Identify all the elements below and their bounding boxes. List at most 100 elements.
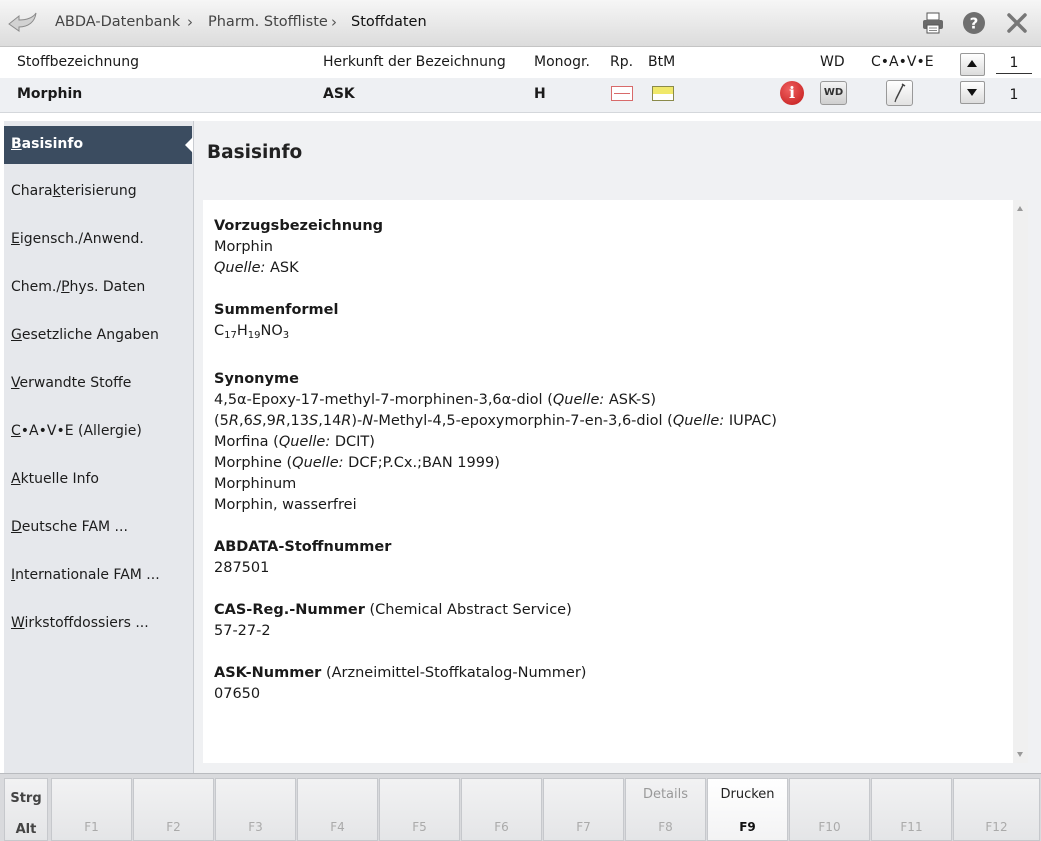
function-key-bar: Strg Alt F1 F2 F3 F4 F5 F6 F7 Details F8 Drucken F… <box>0 773 1041 841</box>
breadcrumb-item-stoffdaten: Stoffdaten <box>351 14 427 30</box>
function-key-f12[interactable]: F12 <box>953 778 1040 841</box>
function-key-f8[interactable]: Details F8 <box>625 778 706 841</box>
function-key-code: F6 <box>494 820 509 834</box>
function-key-code: F7 <box>576 820 591 834</box>
column-header-btm[interactable]: BtM <box>648 54 675 70</box>
column-header-rp[interactable]: Rp. <box>610 54 633 70</box>
section-value: 287501 <box>214 560 270 576</box>
function-key-code: F5 <box>412 820 427 834</box>
scroll-down-icon[interactable] <box>1017 752 1023 757</box>
function-key-code: F4 <box>330 820 345 834</box>
sidebar-nav: Basisinfo Charakterisierung Eigensch./An… <box>4 121 194 773</box>
section-ask-nummer: ASK-Nummer (Arzneimittel-Stoffkatalog-Nu… <box>214 663 586 705</box>
breadcrumb-item-stoffliste[interactable]: Pharm. Stoffliste <box>208 14 328 30</box>
synonym-item: Morphinum <box>214 476 297 492</box>
record-origin: ASK <box>323 86 355 102</box>
previous-record-button[interactable] <box>960 53 985 76</box>
modifier-keys: Strg Alt <box>4 778 48 841</box>
synonym-item: Morfina (Quelle: DCIT) <box>214 434 375 450</box>
function-key-code: F2 <box>166 820 181 834</box>
rp-status-icon <box>611 86 633 101</box>
column-header-origin[interactable]: Herkunft der Bezeichnung <box>323 54 506 70</box>
synonym-item: Morphin, wasserfrei <box>214 497 357 513</box>
column-header-monogr[interactable]: Monogr. <box>534 54 590 70</box>
section-vorzugsbezeichnung: Vorzugsbezeichnung Morphin Quelle: ASK <box>214 216 383 279</box>
function-key-code: F3 <box>248 820 263 834</box>
next-record-button[interactable] <box>960 81 985 104</box>
function-key-label: Details <box>642 787 689 802</box>
record-index-top: 1 <box>996 55 1032 74</box>
page-title: Basisinfo <box>207 142 303 163</box>
sidebar-item-deutsche-fam[interactable]: Deutsche FAM ... <box>11 519 128 535</box>
column-header-wd[interactable]: WD <box>820 54 845 70</box>
function-key-f11[interactable]: F11 <box>871 778 952 841</box>
synonym-item: (5R,6S,9R,13S,14R)-N-Methyl-4,5-epoxymor… <box>214 413 777 429</box>
modifier-alt: Alt <box>15 822 37 837</box>
function-key-f5[interactable]: F5 <box>379 778 460 841</box>
help-icon[interactable]: ? <box>962 11 986 35</box>
svg-text:?: ? <box>970 15 979 33</box>
section-heading: Vorzugsbezeichnung <box>214 218 384 234</box>
function-key-code: F1 <box>84 820 99 834</box>
section-synonyme: Synonyme 4,5α-Epoxy-17-methyl-7-morphine… <box>214 369 777 516</box>
title-bar: ABDA-Datenbank › Pharm. Stoffliste › Sto… <box>0 0 1041 47</box>
breadcrumb-separator: › <box>331 13 337 31</box>
column-header-cave[interactable]: C•A•V•E <box>871 54 934 70</box>
close-icon[interactable] <box>1005 11 1029 35</box>
function-key-f7[interactable]: F7 <box>543 778 624 841</box>
function-key-f3[interactable]: F3 <box>215 778 296 841</box>
function-key-f10[interactable]: F10 <box>789 778 870 841</box>
section-heading: Summenformel <box>214 302 339 318</box>
function-key-code: F11 <box>900 820 923 834</box>
function-key-f9[interactable]: Drucken F9 <box>707 778 788 841</box>
printer-icon[interactable] <box>921 11 945 35</box>
scroll-up-icon[interactable] <box>1017 206 1023 211</box>
section-note: (Arzneimittel-Stoffkatalog-Nummer) <box>325 665 587 681</box>
sidebar-item-wirkstoffdossiers[interactable]: Wirkstoffdossiers ... <box>11 615 149 631</box>
section-value: 07650 <box>214 686 261 702</box>
sidebar-item-chem-phys-daten[interactable]: Chem./Phys. Daten <box>11 279 145 295</box>
info-icon[interactable]: i <box>780 81 804 105</box>
synonym-item: Morphine (Quelle: DCF;P.Cx.;BAN 1999) <box>214 455 500 471</box>
record-name: Morphin <box>17 86 83 102</box>
section-heading: Synonyme <box>214 371 299 387</box>
back-arrow-icon[interactable] <box>6 9 38 35</box>
column-header-row: Stoffbezeichnung Herkunft der Bezeichnun… <box>0 47 1041 78</box>
function-key-f4[interactable]: F4 <box>297 778 378 841</box>
selected-record-row[interactable]: Morphin ASK H <box>0 78 1041 113</box>
sidebar-item-basisinfo[interactable]: Basisinfo <box>4 126 193 164</box>
breadcrumb-item-abda[interactable]: ABDA-Datenbank <box>55 14 180 30</box>
sidebar-item-internationale-fam[interactable]: Internationale FAM ... <box>11 567 160 583</box>
btm-status-icon <box>652 86 674 101</box>
sidebar-item-cave-allergie[interactable]: C•A•V•E (Allergie) <box>11 423 142 439</box>
section-note: (Chemical Abstract Service) <box>369 602 572 618</box>
synonym-item: 4,5α-Epoxy-17-methyl-7-morphinen-3,6α-di… <box>214 392 657 408</box>
section-abdata-stoffnummer: ABDATA-Stoffnummer 287501 <box>214 537 391 579</box>
record-monogr: H <box>534 86 546 102</box>
molecular-formula: C17H19NO3 <box>214 323 290 341</box>
record-index-bottom: 1 <box>1009 87 1019 103</box>
section-value: Morphin <box>214 239 273 255</box>
sidebar-item-eigenschaften[interactable]: Eigensch./Anwend. <box>11 231 144 247</box>
function-key-f6[interactable]: F6 <box>461 778 542 841</box>
modifier-strg: Strg <box>10 791 42 806</box>
function-key-f1[interactable]: F1 <box>51 778 132 841</box>
sidebar-item-charakterisierung[interactable]: Charakterisierung <box>11 183 137 199</box>
section-heading: CAS-Reg.-Nummer <box>214 602 365 618</box>
section-summenformel: Summenformel C17H19NO3 <box>214 300 338 346</box>
column-header-name[interactable]: Stoffbezeichnung <box>17 54 139 70</box>
cave-pen-icon[interactable] <box>886 80 913 106</box>
section-heading: ABDATA-Stoffnummer <box>214 539 392 555</box>
function-key-code: F10 <box>818 820 841 834</box>
section-source: Quelle: ASK <box>214 260 299 276</box>
function-key-f2[interactable]: F2 <box>133 778 214 841</box>
sidebar-item-verwandte-stoffe[interactable]: Verwandte Stoffe <box>11 375 131 391</box>
vertical-scrollbar[interactable] <box>1013 200 1028 763</box>
sidebar-item-gesetzliche-angaben[interactable]: Gesetzliche Angaben <box>11 327 159 343</box>
function-key-code: F9 <box>739 820 756 834</box>
sidebar-item-aktuelle-info[interactable]: Aktuelle Info <box>11 471 99 487</box>
section-cas-nummer: CAS-Reg.-Nummer (Chemical Abstract Servi… <box>214 600 572 642</box>
wd-button[interactable]: WD <box>820 81 847 105</box>
function-key-code: F8 <box>658 820 673 834</box>
function-key-code: F12 <box>985 820 1008 834</box>
